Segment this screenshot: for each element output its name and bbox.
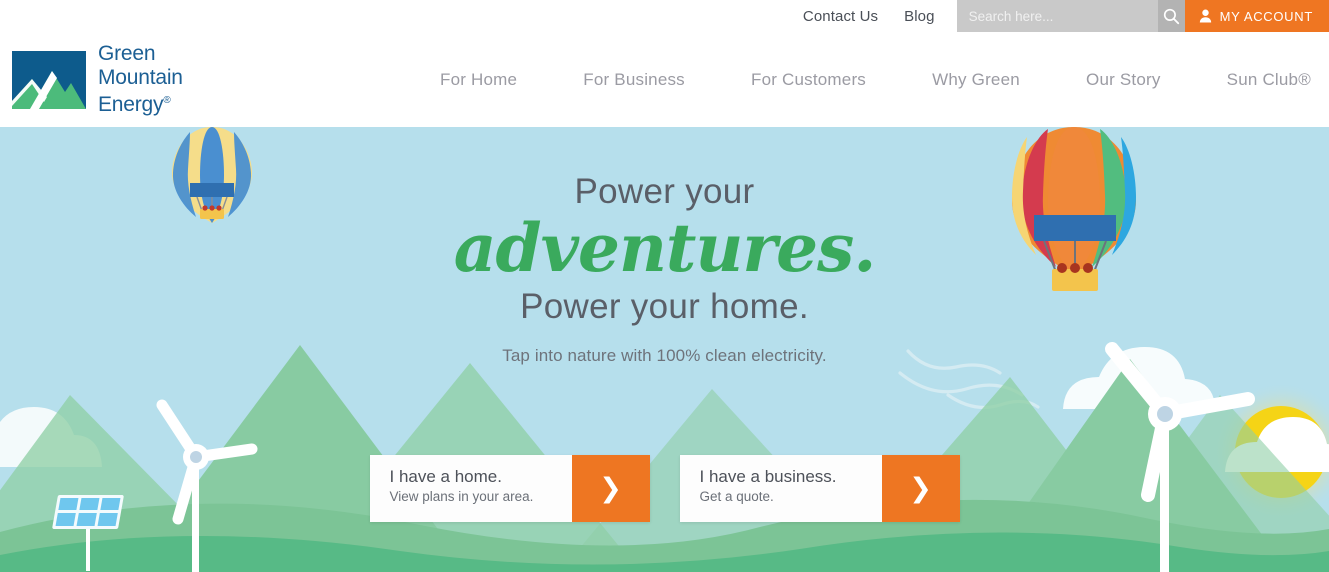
utility-links: Contact Us Blog [803,0,957,32]
nav-our-story[interactable]: Our Story [1086,70,1161,90]
hero-heading-line1: Power your [574,172,755,211]
cta-row: I have a home. View plans in your area. … [0,455,1329,522]
search-input[interactable] [956,0,1158,32]
logo-registered-mark: ® [163,95,171,107]
search-icon [1163,8,1179,24]
contact-us-link[interactable]: Contact Us [803,8,878,25]
hero-heading-script: adventures. [453,209,877,287]
nav-for-home[interactable]: For Home [440,70,517,90]
cta-home-subtitle: View plans in your area. [389,489,534,504]
nav-for-business[interactable]: For Business [583,70,685,90]
cta-home-arrow-icon[interactable]: ❯ [571,455,650,522]
hero-content: Power your adventures. Power your home. … [0,127,1329,366]
nav-for-customers[interactable]: For Customers [751,70,866,90]
logo[interactable]: Green Mountain Energy® [0,42,183,117]
cta-home-body: I have a home. View plans in your area. [370,455,572,522]
cta-business-title: I have a business. [699,467,837,486]
user-icon [1199,9,1211,23]
main-navigation: For Home For Business For Customers Why … [440,70,1329,90]
utility-bar: Contact Us Blog MY ACCOUNT [0,0,1329,32]
search-button[interactable] [1157,0,1185,32]
cta-business-body: I have a business. Get a quote. [680,455,882,522]
hero-subtitle: Tap into nature with 100% clean electric… [502,346,827,366]
my-account-label: MY ACCOUNT [1219,8,1313,24]
search-bar [956,0,1185,32]
site-header: Green Mountain Energy® For Home For Busi… [0,32,1329,127]
blog-link[interactable]: Blog [904,8,934,25]
mountain-logo-icon [12,50,86,109]
logo-text: Green Mountain Energy® [98,42,183,117]
cta-business[interactable]: I have a business. Get a quote. ❯ [679,455,960,522]
cta-home[interactable]: I have a home. View plans in your area. … [369,455,650,522]
hero-heading-line3: Power your home. [520,287,809,327]
nav-why-green[interactable]: Why Green [932,70,1020,90]
cta-business-arrow-icon[interactable]: ❯ [881,455,960,522]
my-account-button[interactable]: MY ACCOUNT [1184,0,1329,32]
cta-home-title: I have a home. [389,467,502,486]
cta-business-subtitle: Get a quote. [699,489,774,504]
nav-sun-club[interactable]: Sun Club® [1227,70,1311,90]
